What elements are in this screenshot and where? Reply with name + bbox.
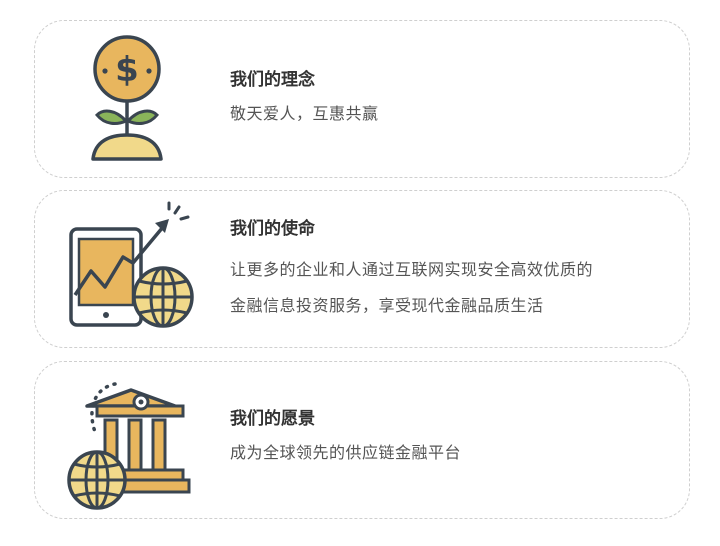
bank-globe-icon <box>65 370 201 510</box>
card-title: 我们的理念 <box>230 70 315 90</box>
philosophy-card: $ 我们的理念 敬天爱人，互惠共赢 <box>34 20 690 178</box>
card-title: 我们的使命 <box>230 219 315 239</box>
card-title: 我们的愿景 <box>230 409 315 429</box>
vision-card: 我们的愿景 成为全球领先的供应链金融平台 <box>34 361 690 519</box>
tablet-growth-globe-icon <box>65 199 201 339</box>
card-description: 成为全球领先的供应链金融平台 <box>230 443 462 462</box>
card-description-line-1: 让更多的企业和人通过互联网实现安全高效优质的 <box>230 260 594 279</box>
card-description-line-2: 金融信息投资服务，享受现代金融品质生活 <box>230 296 544 315</box>
money-plant-icon: $ <box>65 29 201 169</box>
philosophy-text: 我们的理念 敬天爱人，互惠共赢 <box>230 69 669 132</box>
mission-card: 我们的使命 让更多的企业和人通过互联网实现安全高效优质的 金融信息投资服务，享受… <box>34 190 690 348</box>
card-description: 敬天爱人，互惠共赢 <box>230 104 379 123</box>
svg-text:$: $ <box>115 50 139 90</box>
mission-text: 我们的使命 让更多的企业和人通过互联网实现安全高效优质的 金融信息投资服务，享受… <box>230 218 669 324</box>
vision-text: 我们的愿景 成为全球领先的供应链金融平台 <box>230 408 669 471</box>
